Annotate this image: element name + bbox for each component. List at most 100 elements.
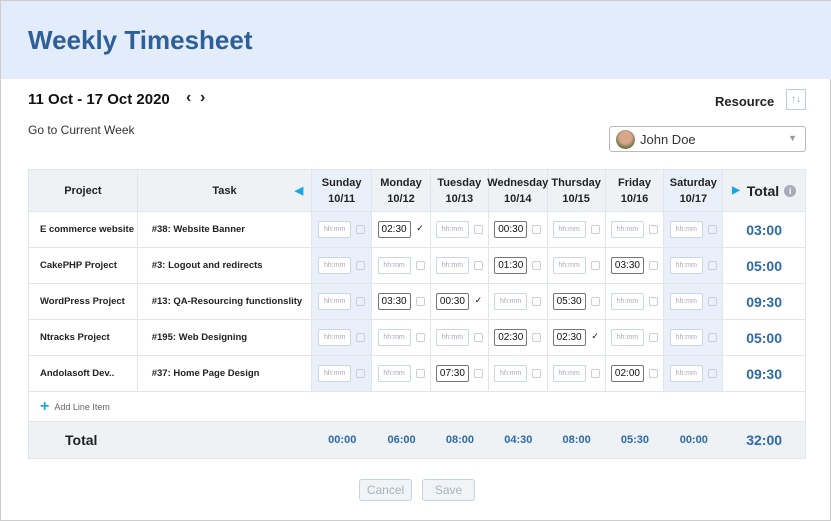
check-icon[interactable]: ✓ <box>474 296 483 306</box>
hours-input[interactable]: hh:mm <box>552 257 586 274</box>
day-checkbox[interactable] <box>648 369 658 378</box>
hours-input[interactable]: hh:mm <box>669 365 703 382</box>
day-checkbox[interactable] <box>707 225 717 234</box>
check-icon[interactable]: ✓ <box>591 332 600 342</box>
hours-input[interactable]: 07:30 <box>435 365 469 382</box>
timesheet-grid: Project Task ◀ Sunday 10/11 Monday 10/12 Tues… <box>28 169 806 459</box>
day-checkbox[interactable] <box>532 369 542 378</box>
day-checkbox[interactable] <box>707 261 717 270</box>
hours-input[interactable]: 02:30 <box>552 329 586 346</box>
task-cell: #38: Website Banner <box>138 212 313 247</box>
day-checkbox[interactable] <box>590 261 600 270</box>
day-checkbox[interactable] <box>356 333 366 342</box>
check-icon[interactable]: ✓ <box>416 224 425 234</box>
hours-input[interactable]: 03:30 <box>377 293 411 310</box>
day-checkbox[interactable] <box>473 261 483 270</box>
day-checkbox[interactable] <box>590 297 600 306</box>
day-checkbox[interactable] <box>473 225 483 234</box>
hours-input[interactable]: hh:mm <box>610 293 644 310</box>
day-date: 10/13 <box>445 192 474 205</box>
day-checkbox[interactable] <box>532 333 542 342</box>
hours-input[interactable]: 05:30 <box>552 293 586 310</box>
resource-label: Resource <box>715 94 775 109</box>
day-checkbox[interactable] <box>707 333 717 342</box>
day-checkbox[interactable] <box>415 369 425 378</box>
next-week-button[interactable]: › <box>200 89 205 107</box>
hours-input[interactable]: hh:mm <box>318 257 352 274</box>
day-cell: hh:mm <box>372 356 431 391</box>
hours-input[interactable]: hh:mm <box>552 365 586 382</box>
day-checkbox[interactable] <box>415 261 425 270</box>
prev-week-button[interactable]: ‹ <box>186 89 191 107</box>
day-checkbox[interactable] <box>532 297 542 306</box>
day-cell: hh:mm <box>312 248 373 283</box>
resource-selected: John Doe <box>640 132 696 147</box>
day-checkbox[interactable] <box>707 297 717 306</box>
hours-input[interactable]: 02:30 <box>494 329 528 346</box>
day-checkbox[interactable] <box>590 369 600 378</box>
day-checkbox[interactable] <box>356 225 366 234</box>
day-cell: hh:mm <box>664 248 724 283</box>
day-checkbox[interactable] <box>415 333 425 342</box>
hours-input[interactable]: hh:mm <box>552 221 586 238</box>
hours-input[interactable]: 00:30 <box>494 221 528 238</box>
day-checkbox[interactable] <box>356 369 366 378</box>
info-icon[interactable]: i <box>784 184 797 197</box>
hours-input[interactable]: hh:mm <box>435 221 469 238</box>
day-checkbox[interactable] <box>473 369 483 378</box>
project-cell: Ntracks Project <box>29 320 138 355</box>
col-total: ▶ Total i <box>723 170 805 211</box>
day-checkbox[interactable] <box>473 333 483 342</box>
hours-input[interactable]: hh:mm <box>669 257 703 274</box>
hours-input[interactable]: hh:mm <box>494 293 528 310</box>
hours-input[interactable]: hh:mm <box>377 257 411 274</box>
hours-input[interactable]: hh:mm <box>435 329 469 346</box>
col-day: Tuesday 10/13 <box>431 170 489 211</box>
hours-input[interactable]: hh:mm <box>318 329 352 346</box>
day-checkbox[interactable] <box>648 225 658 234</box>
day-checkbox[interactable] <box>532 225 542 234</box>
cancel-button[interactable]: Cancel <box>359 479 412 501</box>
day-checkbox[interactable] <box>707 369 717 378</box>
day-checkbox[interactable] <box>356 297 366 306</box>
hours-input[interactable]: 01:30 <box>494 257 528 274</box>
hours-input[interactable]: hh:mm <box>494 365 528 382</box>
collapse-left-icon[interactable]: ◀ <box>295 183 303 199</box>
hours-input[interactable]: hh:mm <box>318 365 352 382</box>
hours-input[interactable]: hh:mm <box>610 329 644 346</box>
hours-input[interactable]: 03:30 <box>610 257 644 274</box>
day-checkbox[interactable] <box>648 297 658 306</box>
day-checkbox[interactable] <box>356 261 366 270</box>
day-checkbox[interactable] <box>648 261 658 270</box>
hours-input[interactable]: hh:mm <box>318 221 352 238</box>
hours-input[interactable]: hh:mm <box>318 293 352 310</box>
day-checkbox[interactable] <box>648 333 658 342</box>
day-checkbox[interactable] <box>415 297 425 306</box>
hours-input[interactable]: 00:30 <box>435 293 469 310</box>
hours-input[interactable]: hh:mm <box>669 329 703 346</box>
hours-input[interactable]: hh:mm <box>610 221 644 238</box>
col-day: Sunday 10/11 <box>312 170 373 211</box>
day-checkbox[interactable] <box>532 261 542 270</box>
sort-icon[interactable]: ↑↓ <box>786 89 806 110</box>
day-cell: 00:30 ✓ <box>431 284 489 319</box>
day-cell: hh:mm <box>431 212 489 247</box>
add-line-item-button[interactable]: + Add Line Item <box>29 392 805 422</box>
save-button[interactable]: Save <box>422 479 475 501</box>
day-cell: 03:30 <box>372 284 431 319</box>
col-day: Monday 10/12 <box>372 170 431 211</box>
hours-input[interactable]: hh:mm <box>669 293 703 310</box>
avatar <box>616 130 635 149</box>
day-cell: 05:30 <box>548 284 606 319</box>
hours-input[interactable]: hh:mm <box>435 257 469 274</box>
expand-right-icon[interactable]: ▶ <box>732 183 740 199</box>
row-total: 05:00 <box>746 257 782 274</box>
hours-input[interactable]: 02:30 <box>377 221 411 238</box>
hours-input[interactable]: hh:mm <box>377 365 411 382</box>
hours-input[interactable]: hh:mm <box>377 329 411 346</box>
day-checkbox[interactable] <box>590 225 600 234</box>
hours-input[interactable]: 02:00 <box>610 365 644 382</box>
resource-select[interactable]: John Doe ▼ <box>609 126 806 152</box>
go-to-current-week-link[interactable]: Go to Current Week <box>28 123 135 137</box>
hours-input[interactable]: hh:mm <box>669 221 703 238</box>
